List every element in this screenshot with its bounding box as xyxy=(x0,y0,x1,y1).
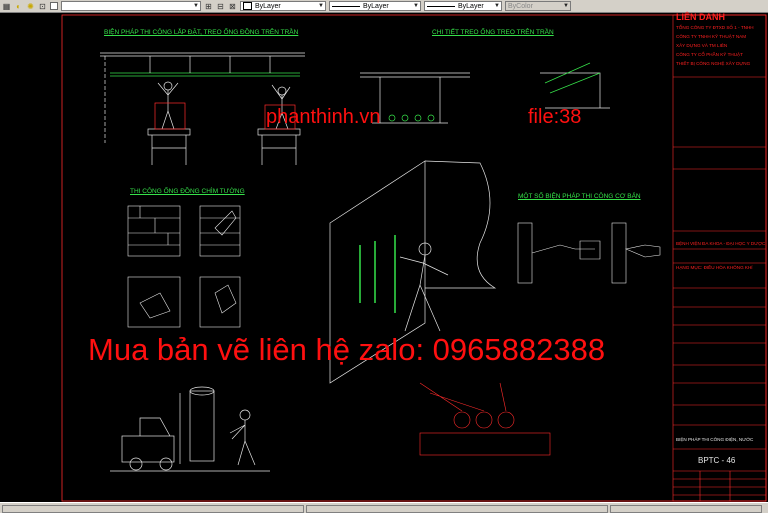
status-bar xyxy=(0,502,768,513)
chevron-down-icon: ▼ xyxy=(494,3,500,9)
title-block-company-1: TỔNG CÔNG TY ĐTXD SỐ 1 - TNHH xyxy=(676,25,754,30)
match-icon[interactable]: ⊟ xyxy=(216,2,225,11)
plotstyle-dropdown[interactable]: ByColor ▼ xyxy=(505,1,571,11)
color-icon[interactable] xyxy=(50,2,58,10)
color-dropdown[interactable]: ByLayer ▼ xyxy=(240,1,326,11)
bulb-icon[interactable]: ◐ xyxy=(14,2,23,11)
forklift-detail xyxy=(110,386,270,472)
watermark-site: phanthinh.vn xyxy=(266,106,381,128)
color-swatch-icon xyxy=(243,2,252,10)
watermark-contact: Mua bản vẽ liên hệ zalo: 0965882388 xyxy=(88,332,606,367)
title-block-project: BỆNH VIỆN ĐA KHOA - ĐẠI HỌC Y DƯỢC xyxy=(676,241,766,246)
title-block-company-5: THIẾT BỊ CÔNG NGHỆ XÂY DỰNG xyxy=(676,61,751,66)
chevron-down-icon: ▼ xyxy=(318,3,324,9)
chevron-down-icon: ▼ xyxy=(413,3,419,9)
title-block-header: LIÊN DANH xyxy=(676,12,725,22)
basic-methods-detail xyxy=(517,222,661,284)
layer-props-icon[interactable]: ⊞ xyxy=(204,2,213,11)
title-block-item: HẠNG MỤC: ĐIỀU HÒA KHÔNG KHÍ xyxy=(676,265,753,270)
title-block-company-4: CÔNG TY CỔ PHẦN KỸ THUẬT xyxy=(676,52,743,57)
linetype-swatch-icon xyxy=(332,5,360,7)
drawing-canvas[interactable]: BIỆN PHÁP THI CÔNG LẮP ĐẶT, TREO ỐNG ĐỒN… xyxy=(0,12,768,503)
layer-dropdown[interactable]: ▼ xyxy=(61,1,201,11)
chevron-down-icon: ▼ xyxy=(563,3,569,9)
status-cell[interactable] xyxy=(2,505,304,513)
section-title-basic: MỘT SỐ BIỆN PHÁP THI CÔNG CƠ BẢN xyxy=(518,193,641,200)
plotstyle-value: ByColor xyxy=(508,2,533,10)
title-block-company-3: XÂY DỰNG VÀ TM LIÊN xyxy=(676,43,728,48)
sun-icon[interactable]: ✺ xyxy=(26,2,35,11)
section-title-detail: CHI TIẾT TREO ỐNG TREO TRÊN TRẦN xyxy=(432,29,554,36)
section-title-install: BIỆN PHÁP THI CÔNG LẮP ĐẶT, TREO ỐNG ĐỒN… xyxy=(104,29,299,36)
layer-icon[interactable]: ▦ xyxy=(2,2,11,11)
color-value: ByLayer xyxy=(255,2,281,10)
concealed-pipe-detail xyxy=(127,205,241,328)
lineweight-dropdown[interactable]: ByLayer ▼ xyxy=(424,1,502,11)
status-cell[interactable] xyxy=(610,505,762,513)
previous-icon[interactable]: ⊠ xyxy=(228,2,237,11)
chevron-down-icon: ▼ xyxy=(193,3,199,9)
lineweight-swatch-icon xyxy=(427,5,455,7)
cad-drawing xyxy=(61,14,767,502)
watermark-file: file:38 xyxy=(528,106,582,128)
section-title-concealed: THI CÔNG ỐNG ĐỒNG CHÌM TƯỜNG xyxy=(130,188,245,195)
linetype-value: ByLayer xyxy=(363,2,389,10)
lock-icon[interactable]: ⊡ xyxy=(38,2,47,11)
properties-toolbar: ▦ ◐ ✺ ⊡ ▼ ⊞ ⊟ ⊠ ByLayer ▼ ByLayer ▼ ByLaye… xyxy=(0,0,768,13)
title-block-frame xyxy=(672,14,767,502)
status-cell[interactable] xyxy=(306,505,608,513)
lineweight-value: ByLayer xyxy=(458,2,484,10)
title-block-sheet-number: BPTC - 46 xyxy=(698,456,736,465)
title-block-company-2: CÔNG TY TNHH KỸ THUẬT NAM xyxy=(676,34,747,39)
title-block-sheet-title: BIỆN PHÁP THI CÔNG ĐIỆN, NƯỚC xyxy=(676,437,754,442)
outdoor-unit-detail xyxy=(419,382,551,456)
linetype-dropdown[interactable]: ByLayer ▼ xyxy=(329,1,421,11)
